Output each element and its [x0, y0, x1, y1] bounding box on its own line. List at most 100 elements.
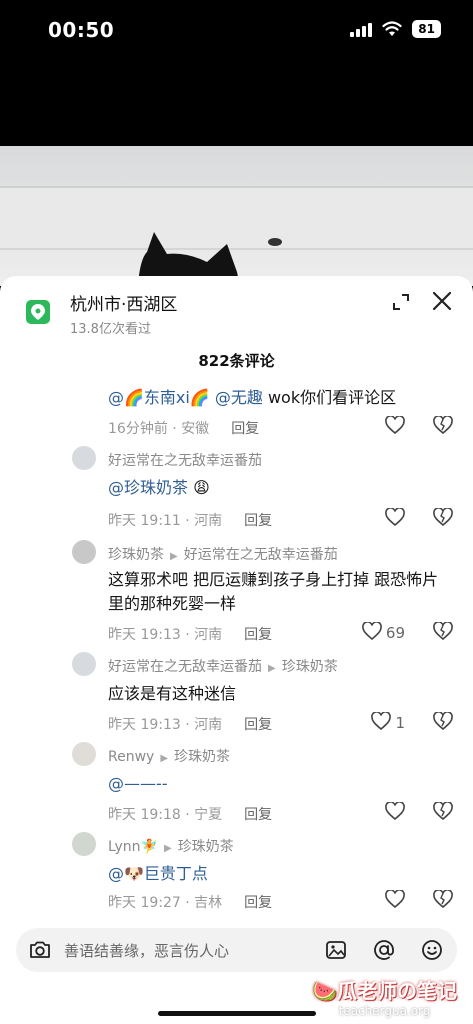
heart-icon[interactable]: [385, 801, 405, 824]
meta-separator: ·: [180, 807, 195, 823]
battery-icon: 81: [412, 20, 441, 38]
home-indicator[interactable]: [158, 1011, 316, 1016]
author-name[interactable]: 好运常在之无敌幸运番茄: [108, 659, 262, 675]
comment-time: 昨天 19:18: [108, 807, 181, 823]
like-button[interactable]: [385, 415, 405, 438]
reply-arrow-icon: ▶: [268, 663, 276, 674]
comment-text: @🌈东南xi🌈 @无趣 wok你们看评论区: [108, 386, 453, 410]
comment-region: 宁夏: [194, 807, 223, 823]
comment-region: 河南: [194, 627, 223, 643]
comment-text-part: wok你们看评论区: [262, 388, 397, 407]
video-preview[interactable]: [0, 146, 473, 286]
reply-to-name[interactable]: 好运常在之无敌幸运番茄: [184, 547, 338, 563]
comment-input[interactable]: 善语结善缘，恶言伤人心: [16, 928, 457, 972]
image-icon[interactable]: [324, 938, 348, 962]
like-button[interactable]: 69: [362, 621, 405, 644]
comment-text: @🐶巨贵丁点: [108, 862, 453, 886]
avatar[interactable]: [72, 446, 96, 470]
comment-region: 吉林: [194, 895, 223, 911]
comment-region: 河南: [194, 513, 223, 529]
avatar[interactable]: [72, 832, 96, 856]
meta-separator: ·: [180, 627, 195, 643]
avatar[interactable]: [72, 742, 96, 766]
comment-time: 昨天 19:13: [108, 717, 181, 733]
emoji-icon[interactable]: [420, 938, 444, 962]
comment-time: 昨天 19:27: [108, 895, 181, 911]
mention-link[interactable]: @🐶巨贵丁点: [108, 864, 208, 883]
avatar[interactable]: [72, 652, 96, 676]
reply-to-name[interactable]: 珍珠奶茶: [282, 659, 338, 675]
camera-icon[interactable]: [28, 938, 52, 962]
comment-count: 822条评论: [198, 352, 275, 370]
comment-author[interactable]: Lynn🧚 ▶ 珍珠奶茶: [108, 836, 234, 856]
at-icon[interactable]: [372, 938, 396, 962]
dislike-heart-icon[interactable]: [433, 621, 453, 642]
location-pin-icon[interactable]: [26, 300, 50, 324]
heart-icon[interactable]: [371, 711, 392, 734]
watermark: 🍉瓜老师の笔记 teachergua.org: [312, 975, 457, 1018]
author-name[interactable]: 珍珠奶茶: [108, 547, 164, 563]
comment-input-bar: 善语结善缘，恶言伤人心 🍉瓜老师の笔记 teachergua.org: [0, 916, 473, 1024]
reply-to-name[interactable]: 珍珠奶茶: [174, 749, 230, 765]
comment-text-part: 应该是有这种迷信: [108, 684, 237, 703]
author-name[interactable]: Lynn🧚: [108, 839, 158, 855]
dislike-heart-icon[interactable]: [433, 507, 453, 528]
comment-time: 昨天 19:11: [108, 513, 181, 529]
heart-icon[interactable]: [362, 621, 382, 644]
comment-region: 河南: [194, 717, 223, 733]
signal-icon: [350, 21, 373, 37]
like-button[interactable]: [385, 507, 405, 530]
comment-text: @珍珠奶茶 😩: [108, 476, 453, 500]
dislike-heart-icon[interactable]: [433, 801, 453, 822]
location-views: 13.8亿次看过: [70, 322, 151, 337]
meta-separator: ·: [180, 717, 195, 733]
dislike-heart-icon[interactable]: [433, 889, 453, 910]
dislike-heart-icon[interactable]: [433, 711, 453, 732]
like-button[interactable]: 1: [371, 711, 405, 734]
comment-author[interactable]: Renwy ▶ 珍珠奶茶: [108, 746, 230, 766]
like-button[interactable]: [385, 889, 405, 912]
mention-link[interactable]: @🌈东南xi🌈: [108, 388, 210, 407]
video-detail: [268, 238, 282, 246]
comment-meta: 昨天 19:13 · 河南 回复: [108, 714, 272, 734]
meta-separator: ·: [180, 513, 195, 529]
mention-link[interactable]: @——--: [108, 774, 168, 793]
author-name[interactable]: 好运常在之无敌幸运番茄: [108, 453, 262, 469]
comment-text: @——--: [108, 772, 453, 796]
reply-button[interactable]: 回复: [244, 895, 272, 911]
like-count: 1: [395, 714, 405, 732]
heart-icon[interactable]: [385, 415, 405, 438]
watermark-url: teachergua.org: [338, 1004, 431, 1018]
comment-text: 这算邪术吧 把厄运赚到孩子身上打掉 跟恐怖片里的那种死婴一样: [108, 568, 453, 616]
reply-button[interactable]: 回复: [244, 513, 272, 529]
author-name[interactable]: Renwy: [108, 749, 154, 765]
comment-text-part: 😩: [188, 478, 210, 497]
comment-author[interactable]: 珍珠奶茶 ▶ 好运常在之无敌幸运番茄: [108, 544, 338, 564]
reply-button[interactable]: 回复: [244, 717, 272, 733]
like-count: 69: [385, 624, 405, 642]
reply-to-name[interactable]: 珍珠奶茶: [178, 839, 234, 855]
reply-arrow-icon: ▶: [163, 843, 172, 854]
heart-icon[interactable]: [385, 889, 405, 912]
status-time: 00:50: [48, 18, 115, 42]
watermark-title: 🍉瓜老师の笔记: [312, 979, 457, 1003]
reply-arrow-icon: ▶: [170, 551, 178, 562]
reply-button[interactable]: 回复: [244, 627, 272, 643]
mention-link[interactable]: @无趣: [215, 388, 263, 407]
reply-button[interactable]: 回复: [244, 807, 272, 823]
comment-author[interactable]: 好运常在之无敌幸运番茄: [108, 450, 262, 470]
dislike-heart-icon[interactable]: [433, 415, 453, 436]
like-button[interactable]: [385, 801, 405, 824]
location-title[interactable]: 杭州市·西湖区: [70, 290, 177, 315]
avatar[interactable]: [72, 540, 96, 564]
comment-text-part: 这算邪术吧 把厄运赚到孩子身上打掉 跟恐怖片里的那种死婴一样: [108, 570, 439, 613]
comment-author[interactable]: 好运常在之无敌幸运番茄 ▶ 珍珠奶茶: [108, 656, 338, 676]
comment-meta: 昨天 19:18 · 宁夏 回复: [108, 804, 272, 824]
meta-separator: ·: [180, 895, 195, 911]
heart-icon[interactable]: [385, 507, 405, 530]
expand-icon[interactable]: [391, 292, 411, 312]
comment-input-placeholder[interactable]: 善语结善缘，恶言伤人心: [64, 940, 229, 961]
reply-button[interactable]: 回复: [231, 421, 259, 437]
mention-link[interactable]: @珍珠奶茶: [108, 478, 188, 497]
close-icon[interactable]: [431, 290, 453, 312]
